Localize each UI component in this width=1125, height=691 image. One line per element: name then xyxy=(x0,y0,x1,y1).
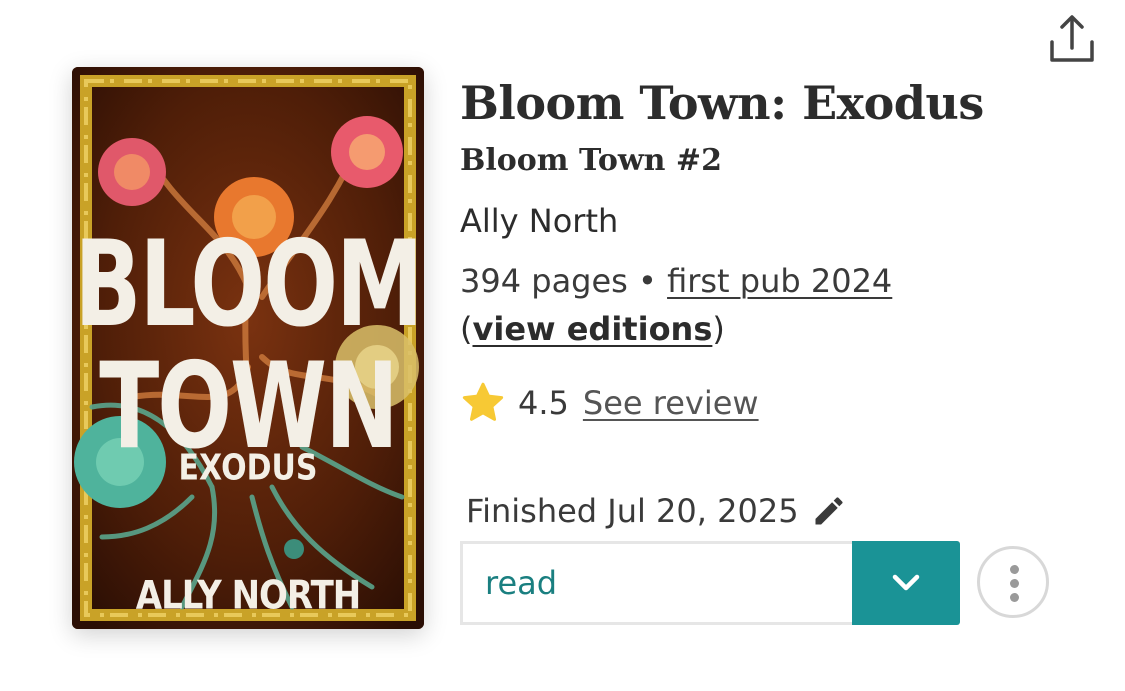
share-button[interactable] xyxy=(1044,12,1100,68)
author-link[interactable]: Ally North xyxy=(460,202,618,240)
star-icon xyxy=(462,382,504,421)
series-link[interactable]: Bloom Town #2 xyxy=(460,143,722,178)
shelf-status-button[interactable]: read xyxy=(460,541,852,625)
rating-value: 4.5 xyxy=(518,384,569,422)
editions-line: (view editions) xyxy=(460,310,725,348)
shelf-dropdown-button[interactable] xyxy=(852,541,960,625)
pencil-icon[interactable] xyxy=(811,493,847,529)
book-cover[interactable]: BLOOM TOWN EXODUS ALLY NORTH xyxy=(72,67,424,629)
cover-subtitle: EXODUS xyxy=(178,447,318,489)
book-meta: 394 pages • first pub 2024 xyxy=(460,262,892,300)
finished-row: Finished Jul 20, 2025 xyxy=(466,488,847,534)
shelf-status-value: read xyxy=(485,564,558,602)
first-pub-link[interactable]: first pub 2024 xyxy=(667,262,892,300)
editions-open-paren: ( xyxy=(460,310,473,348)
rating-row: 4.5 See review xyxy=(460,378,759,428)
finished-date: Finished Jul 20, 2025 xyxy=(466,492,799,530)
see-review-link[interactable]: See review xyxy=(583,384,759,422)
more-options-button[interactable] xyxy=(977,546,1049,618)
cover-title-line1: BLOOM xyxy=(74,214,423,354)
cover-author: ALLY NORTH xyxy=(135,573,361,619)
share-icon xyxy=(1050,15,1094,62)
view-editions-link[interactable]: view editions xyxy=(472,310,712,348)
editions-close-paren: ) xyxy=(712,310,725,348)
meta-separator: • xyxy=(627,262,668,300)
book-title: Bloom Town: Exodus xyxy=(460,76,984,130)
chevron-down-icon xyxy=(892,574,920,591)
page-count: 394 pages xyxy=(460,262,628,300)
